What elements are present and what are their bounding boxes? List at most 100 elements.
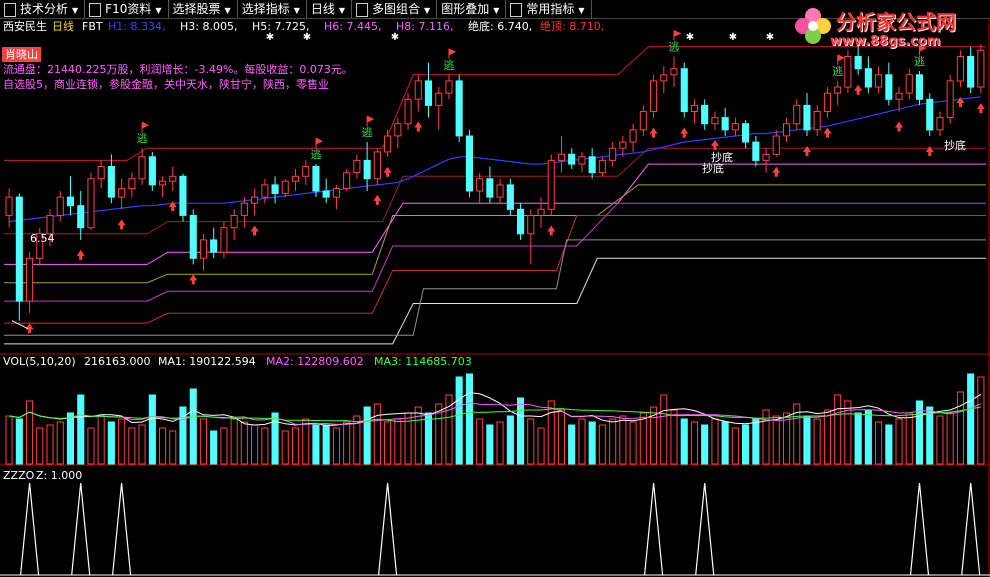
candle-body <box>302 166 310 177</box>
escape-label: 逃 <box>137 132 148 145</box>
candle-body <box>179 175 187 216</box>
candle-body <box>629 129 637 143</box>
dropdown-arrow-icon: ▼ <box>293 6 300 15</box>
candle-body <box>844 56 852 88</box>
toolbar-item-label: 技术分析 <box>20 2 69 16</box>
volume-bar <box>77 394 85 465</box>
candle-body <box>926 98 934 131</box>
toolbar-item-1[interactable]: F10资料 ▼ <box>85 0 169 18</box>
candle-body <box>455 80 463 137</box>
candle-body <box>230 215 238 229</box>
toolbar-item-label: 选择股票 <box>172 2 221 16</box>
zzzo-title: ZZZO <box>3 469 35 482</box>
candle-body <box>465 135 473 192</box>
candle-body <box>731 123 739 131</box>
candle-body <box>834 86 842 94</box>
volume-bar <box>138 424 146 465</box>
volume-bar <box>875 421 883 465</box>
volume-bar <box>199 418 207 465</box>
toolbar-item-7[interactable]: 常用指标 ▼ <box>506 0 592 18</box>
grid-icon <box>4 2 16 17</box>
volume-bar <box>823 409 832 465</box>
volume-bar <box>834 394 842 465</box>
toolbar-item-label: 常用指标 <box>526 2 575 16</box>
volume-bar <box>670 409 678 465</box>
candle-body <box>404 98 412 125</box>
candle-body <box>322 190 330 198</box>
toolbar-item-2[interactable]: 选择股票 ▼ <box>169 0 238 18</box>
volume-bar <box>424 412 432 465</box>
toolbar-item-label: F10资料 <box>105 2 152 16</box>
toolbar-item-4[interactable]: 日线 ▼ <box>307 0 353 18</box>
candle-body <box>609 147 617 161</box>
candle-body <box>414 80 422 100</box>
buy-arrow-icon <box>189 274 198 285</box>
flag-icon <box>673 30 682 41</box>
candle-body <box>783 123 791 137</box>
volume-bar <box>977 376 985 465</box>
flag-icon <box>837 54 845 65</box>
candle-body <box>568 153 576 165</box>
candle-body <box>251 196 259 204</box>
candle-body <box>742 123 750 143</box>
escape-label: 逃 <box>443 59 454 72</box>
info-line-2: 自选股5，商业连锁，参股金融，关中天水，陕甘宁，陕西，零售业 <box>3 78 329 91</box>
candle-body <box>680 68 688 112</box>
candle-body <box>762 153 770 161</box>
escape-label: 逃 <box>310 148 321 161</box>
star-marker: ✱ <box>266 32 274 43</box>
volume-bar <box>118 418 126 465</box>
toolbar-item-label: 图形叠加 <box>441 2 490 16</box>
candle-body <box>660 74 668 82</box>
candle-body <box>864 68 872 88</box>
candle-body <box>721 117 729 131</box>
star-marker: ✱ <box>766 32 774 43</box>
toolbar-item-5[interactable]: 多图组合 ▼ <box>352 0 438 18</box>
volume-bar <box>26 400 34 465</box>
vol-ma3: MA3: 114685.703 <box>374 355 472 368</box>
candle-body <box>148 156 156 186</box>
candle-body <box>588 156 596 174</box>
volume-bar <box>905 412 913 465</box>
candle-body <box>363 159 371 180</box>
volume-bar <box>680 418 688 465</box>
dropdown-arrow-icon: ▼ <box>155 6 162 15</box>
candle-body <box>967 56 975 88</box>
candle-body <box>578 156 586 165</box>
volume-bar <box>261 427 269 465</box>
candle-body <box>138 156 146 180</box>
param-3: H6: 7.445, <box>324 20 382 33</box>
tag-label: 肖晓山 <box>2 47 41 62</box>
toolbar-item-0[interactable]: 技术分析 ▼ <box>0 0 86 18</box>
buy-arrow-icon <box>250 225 259 236</box>
candle-body <box>5 196 13 216</box>
candle-body <box>445 80 453 94</box>
param-4: H8: 7.116, <box>396 20 454 33</box>
flower-icon <box>795 8 831 44</box>
volume-bar <box>568 424 576 465</box>
dropdown-arrow-icon: ▼ <box>224 6 231 15</box>
zzzo-spike <box>909 482 930 576</box>
volume-bar <box>895 418 903 465</box>
volume-bar <box>803 415 811 465</box>
buy-arrow-icon <box>925 145 934 156</box>
candle-body <box>87 178 95 229</box>
toolbar-item-3[interactable]: 选择指标 ▼ <box>238 0 307 18</box>
dropdown-arrow-icon: ▼ <box>338 6 346 15</box>
buy-arrow-icon <box>168 201 177 211</box>
candle-body <box>312 166 320 192</box>
param-5: 绝底: 6.740, <box>468 20 533 33</box>
buy-arrow-icon <box>117 219 126 230</box>
volume-bar <box>230 418 238 465</box>
bottom-label-3: 抄底 <box>944 139 966 152</box>
star-marker: ✱ <box>686 32 694 43</box>
volume-bar <box>36 427 44 465</box>
volume-bar <box>5 415 13 465</box>
toolbar-item-6[interactable]: 图形叠加 ▼ <box>437 0 507 18</box>
candle-body <box>56 196 64 216</box>
volume-bar <box>783 412 791 465</box>
zzzo-spike <box>378 482 398 576</box>
candle-body <box>905 74 913 94</box>
toolbar-item-label: 多图组合 <box>372 2 421 16</box>
candle-body <box>159 180 167 186</box>
